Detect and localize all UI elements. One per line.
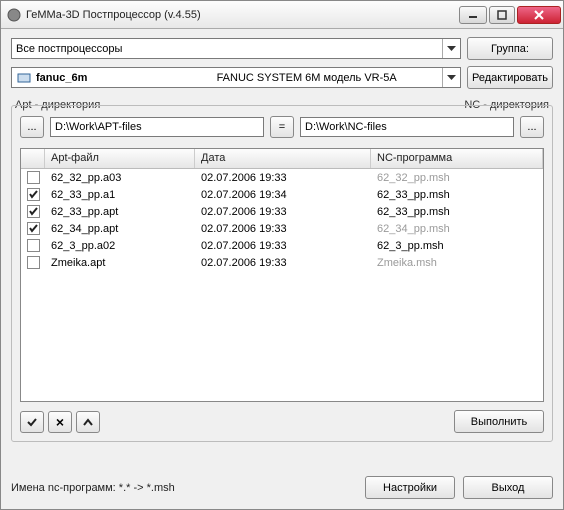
exit-button[interactable]: Выход — [463, 476, 553, 499]
row-checkbox[interactable] — [27, 239, 40, 252]
cell-apt: 62_32_pp.a03 — [45, 172, 195, 184]
cell-nc: 62_33_pp.msh — [371, 206, 543, 218]
file-list: Apt-файл Дата NC-программа 62_32_pp.a030… — [20, 148, 544, 402]
exit-button-label: Выход — [492, 482, 525, 494]
maximize-button[interactable] — [489, 6, 515, 24]
cell-date: 02.07.2006 19:33 — [195, 223, 371, 235]
postprocessor-icon — [16, 70, 32, 86]
row-checkbox[interactable] — [27, 188, 40, 201]
up-button[interactable] — [76, 411, 100, 433]
filter-combo-text: Все постпроцессоры — [16, 43, 442, 55]
run-button[interactable]: Выполнить — [454, 410, 544, 433]
cell-nc: 62_33_pp.msh — [371, 189, 543, 201]
uncheck-all-button[interactable]: × — [48, 411, 72, 433]
directories-group: ... D:\Work\APT-files = D:\Work\NC-files… — [11, 105, 553, 442]
cell-nc: 62_34_pp.msh — [371, 223, 543, 235]
app-window: ГеММа-3D Постпроцессор (v.4.55) Все пост… — [0, 0, 564, 510]
cell-date: 02.07.2006 19:33 — [195, 172, 371, 184]
table-row[interactable]: 62_33_pp.apt02.07.2006 19:3362_33_pp.msh — [21, 203, 543, 220]
cell-date: 02.07.2006 19:33 — [195, 240, 371, 252]
cell-date: 02.07.2006 19:33 — [195, 206, 371, 218]
group-button[interactable]: Группа: — [467, 37, 553, 60]
nc-names-label: Имена nc-программ: *.* -> *.msh — [11, 482, 175, 494]
apt-path-field[interactable]: D:\Work\APT-files — [50, 117, 264, 137]
window-title: ГеММа-3D Постпроцессор (v.4.55) — [26, 9, 459, 21]
edit-button-label: Редактировать — [472, 72, 548, 84]
cell-apt: 62_34_pp.apt — [45, 223, 195, 235]
header-nc[interactable]: NC-программа — [371, 149, 543, 168]
app-icon — [7, 8, 21, 22]
table-row[interactable]: 62_33_pp.a102.07.2006 19:3462_33_pp.msh — [21, 186, 543, 203]
table-row[interactable]: Zmeika.apt02.07.2006 19:33Zmeika.msh — [21, 254, 543, 271]
chevron-down-icon — [442, 68, 459, 87]
postprocessor-combo[interactable]: fanuc_6m FANUC SYSTEM 6M модель VR-5A — [11, 67, 461, 88]
cell-apt: 62_33_pp.a1 — [45, 189, 195, 201]
edit-button[interactable]: Редактировать — [467, 66, 553, 89]
row-checkbox[interactable] — [27, 256, 40, 269]
check-all-button[interactable] — [20, 411, 44, 433]
cell-nc: 62_3_pp.msh — [371, 240, 543, 252]
cell-nc: Zmeika.msh — [371, 257, 543, 269]
run-button-label: Выполнить — [471, 416, 527, 428]
cell-date: 02.07.2006 19:34 — [195, 189, 371, 201]
cell-date: 02.07.2006 19:33 — [195, 257, 371, 269]
nc-path-field[interactable]: D:\Work\NC-files — [300, 117, 514, 137]
file-list-body: 62_32_pp.a0302.07.2006 19:3362_32_pp.msh… — [21, 169, 543, 401]
row-checkbox[interactable] — [27, 205, 40, 218]
cell-apt: 62_3_pp.a02 — [45, 240, 195, 252]
postprocessor-name: fanuc_6m — [36, 72, 171, 84]
settings-button[interactable]: Настройки — [365, 476, 455, 499]
equal-button[interactable]: = — [270, 116, 294, 138]
postprocessor-desc: FANUC SYSTEM 6M модель VR-5A — [171, 72, 442, 84]
filter-combo[interactable]: Все постпроцессоры — [11, 38, 461, 59]
table-row[interactable]: 62_3_pp.a0202.07.2006 19:3362_3_pp.msh — [21, 237, 543, 254]
header-apt[interactable]: Apt-файл — [45, 149, 195, 168]
table-row[interactable]: 62_34_pp.apt02.07.2006 19:3362_34_pp.msh — [21, 220, 543, 237]
cell-apt: 62_33_pp.apt — [45, 206, 195, 218]
table-row[interactable]: 62_32_pp.a0302.07.2006 19:3362_32_pp.msh — [21, 169, 543, 186]
header-date[interactable]: Дата — [195, 149, 371, 168]
row-checkbox[interactable] — [27, 171, 40, 184]
client-area: Все постпроцессоры Группа: fanuc_6m FANU… — [1, 29, 563, 509]
file-list-header: Apt-файл Дата NC-программа — [21, 149, 543, 169]
nc-browse-button[interactable]: ... — [520, 116, 544, 138]
settings-button-label: Настройки — [383, 482, 437, 494]
row-checkbox[interactable] — [27, 222, 40, 235]
group-button-label: Группа: — [491, 43, 529, 55]
chevron-down-icon — [442, 39, 459, 58]
titlebar: ГеММа-3D Постпроцессор (v.4.55) — [1, 1, 563, 29]
apt-browse-button[interactable]: ... — [20, 116, 44, 138]
minimize-button[interactable] — [459, 6, 487, 24]
cell-apt: Zmeika.apt — [45, 257, 195, 269]
cell-nc: 62_32_pp.msh — [371, 172, 543, 184]
window-buttons — [459, 6, 561, 24]
close-button[interactable] — [517, 6, 561, 24]
